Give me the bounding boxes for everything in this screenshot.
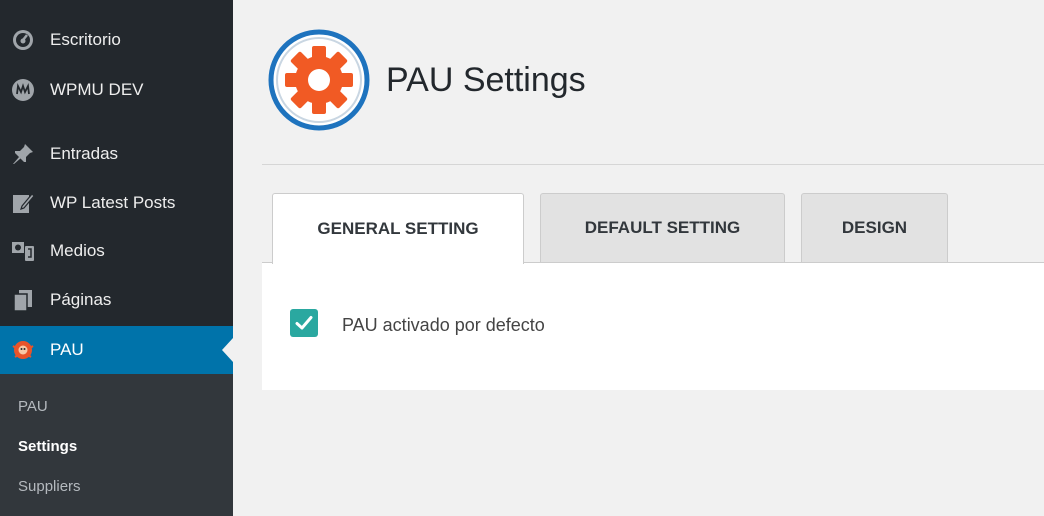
dashboard-icon bbox=[10, 27, 36, 53]
checkmark-icon bbox=[295, 316, 313, 330]
sidebar-item-wpmudev[interactable]: WPMU DEV bbox=[0, 70, 233, 110]
sidebar-item-label: WP Latest Posts bbox=[50, 193, 176, 212]
wpmudev-icon bbox=[10, 77, 36, 103]
sidebar-item-wp-latest-posts[interactable]: WP Latest Posts bbox=[0, 183, 233, 223]
sidebar-item-entradas[interactable]: Entradas bbox=[0, 134, 233, 174]
admin-sidebar: Escritorio WPMU DEV Entradas WP Latest P… bbox=[0, 0, 233, 516]
pages-icon bbox=[10, 287, 36, 313]
pau-default-label: PAU activado por defecto bbox=[342, 315, 545, 335]
sidebar-item-medios[interactable]: Medios bbox=[0, 231, 233, 271]
sidebar-item-label: Medios bbox=[50, 241, 105, 260]
sidebar-item-label: Páginas bbox=[50, 290, 112, 309]
edit-icon bbox=[10, 190, 36, 216]
sidebar-item-label: Escritorio bbox=[50, 30, 121, 49]
gear-icon bbox=[268, 29, 370, 131]
tab-default-setting[interactable]: DEFAULT SETTING bbox=[540, 193, 785, 262]
submenu-item-pau[interactable]: PAU bbox=[18, 398, 48, 415]
page-title: PAU Settings bbox=[386, 60, 586, 99]
pau-default-checkbox[interactable] bbox=[290, 309, 318, 337]
sidebar-item-paginas[interactable]: Páginas bbox=[0, 280, 233, 320]
pin-icon bbox=[10, 141, 36, 167]
sidebar-item-label: Entradas bbox=[50, 144, 119, 163]
general-settings-panel: PAU activado por defecto bbox=[262, 263, 1044, 390]
sidebar-item-pau[interactable]: PAU bbox=[0, 326, 233, 374]
tab-design[interactable]: DESIGN bbox=[801, 193, 948, 262]
submenu-item-settings[interactable]: Settings bbox=[18, 438, 77, 455]
page-header: PAU Settings bbox=[268, 29, 586, 131]
pau-submenu: PAU Settings Suppliers bbox=[0, 374, 233, 516]
sidebar-item-label: WPMU DEV bbox=[50, 80, 144, 99]
settings-tabs: GENERAL SETTING DEFAULT SETTING DESIGN bbox=[262, 193, 1044, 264]
tab-general-setting[interactable]: GENERAL SETTING bbox=[272, 193, 524, 264]
header-divider bbox=[262, 164, 1044, 165]
sidebar-item-label: PAU bbox=[50, 340, 84, 359]
media-icon bbox=[10, 238, 36, 264]
submenu-item-suppliers[interactable]: Suppliers bbox=[18, 478, 81, 495]
sidebar-item-escritorio[interactable]: Escritorio bbox=[0, 20, 233, 60]
pau-icon bbox=[10, 337, 36, 363]
